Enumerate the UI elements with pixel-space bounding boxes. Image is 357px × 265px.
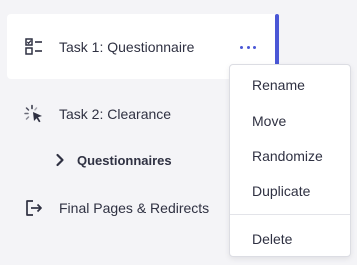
more-dot	[253, 45, 256, 49]
checklist-icon	[24, 37, 44, 57]
sidebar-item-final-pages-label: Final Pages & Redirects	[59, 200, 210, 216]
task-sidebar: Task 1: Questionnaire Task 2: Clearance …	[0, 0, 357, 265]
more-dot	[240, 45, 243, 49]
menu-item-randomize[interactable]: Randomize	[252, 148, 323, 164]
sidebar-item-questionnaires-label: Questionnaires	[77, 152, 172, 168]
more-dot	[246, 45, 250, 49]
sidebar-item-task2[interactable]: Task 2: Clearance	[7, 102, 171, 126]
sidebar-item-task2-label: Task 2: Clearance	[59, 106, 172, 122]
menu-item-rename[interactable]: Rename	[252, 77, 305, 93]
sidebar-item-final-pages[interactable]: Final Pages & Redirects	[7, 196, 209, 220]
menu-item-move[interactable]: Move	[252, 113, 286, 129]
chevron-right-icon	[55, 153, 65, 167]
loading-cursor-icon	[24, 104, 44, 124]
exit-icon	[24, 198, 44, 218]
sidebar-item-questionnaires[interactable]: Questionnaires	[55, 150, 172, 170]
more-options-icon[interactable]	[240, 41, 256, 53]
menu-item-delete[interactable]: Delete	[252, 231, 292, 247]
menu-item-duplicate[interactable]: Duplicate	[252, 183, 310, 199]
menu-divider	[230, 214, 350, 215]
context-menu: Rename Move Randomize Duplicate Delete	[229, 64, 351, 257]
sidebar-item-task1-label: Task 1: Questionnaire	[59, 38, 195, 55]
